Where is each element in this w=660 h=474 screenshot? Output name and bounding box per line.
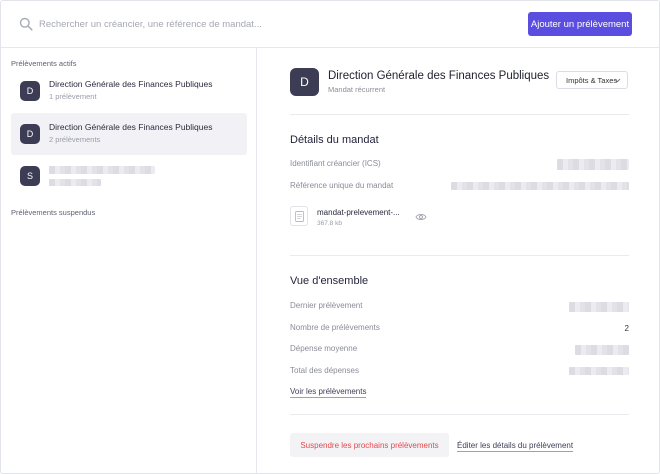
avatar: S (20, 166, 40, 186)
eye-icon[interactable] (415, 212, 427, 222)
file-name[interactable]: mandat-prelevement-... (317, 208, 400, 217)
mandate-item-title: Direction Générale des Finances Publique… (49, 122, 213, 132)
mandate-details-heading: Détails du mandat (290, 134, 379, 146)
debit-count-label: Nombre de prélèvements (290, 323, 380, 332)
suspend-debits-button[interactable]: Suspendre les prochains prélèvements (290, 433, 449, 457)
total-spend-label: Total des dépenses (290, 366, 359, 375)
file-thumbnail[interactable] (290, 206, 308, 226)
creditor-name: Direction Générale des Finances Publique… (328, 70, 550, 82)
search-input[interactable] (39, 13, 479, 35)
creditor-id-label: Identifiant créancier (ICS) (290, 159, 381, 168)
mandate-type: Mandat récurrent (328, 85, 386, 94)
divider (290, 255, 629, 256)
suspended-debits-title: Prélèvements suspendus (11, 208, 96, 217)
average-spend-label: Dépense moyenne (290, 344, 358, 353)
active-debits-title: Prélèvements actifs (11, 59, 77, 68)
redacted-mandate-reference (451, 182, 629, 190)
document-icon (295, 211, 304, 222)
avatar: D (20, 81, 40, 101)
creditor-avatar: D (290, 68, 319, 96)
last-debit-label: Dernier prélèvement (290, 301, 363, 310)
mandate-item[interactable]: D Direction Générale des Finances Publiq… (11, 70, 247, 112)
redacted-creditor-id (557, 159, 629, 170)
redacted-total-spend (569, 367, 629, 375)
add-debit-button[interactable]: Ajouter un prélèvement (528, 12, 632, 36)
redacted-last-debit (569, 302, 629, 312)
file-size: 367.8 kb (317, 220, 342, 227)
redacted-average-spend (575, 345, 629, 355)
edit-debit-details-link[interactable]: Éditer les détails du prélèvement (457, 441, 574, 452)
mandate-reference-label: Référence unique du mandat (290, 181, 394, 190)
see-debits-link[interactable]: Voir les prélèvements (290, 387, 367, 398)
app-window: Ajouter un prélèvement Prélèvements acti… (0, 0, 660, 474)
mandate-detail-panel: D Direction Générale des Finances Publiq… (258, 48, 659, 473)
category-dropdown[interactable]: Impôts & Taxes (556, 71, 628, 89)
mandate-item-selected[interactable]: D Direction Générale des Finances Publiq… (11, 113, 247, 155)
search-icon (19, 17, 33, 31)
sidebar: Prélèvements actifs D Direction Générale… (1, 48, 257, 473)
redacted-subtitle (49, 179, 101, 186)
divider (290, 114, 629, 115)
mandate-item[interactable]: S (11, 155, 247, 197)
debit-count-value: 2 (624, 324, 629, 333)
avatar: D (20, 124, 40, 144)
divider (290, 414, 629, 415)
mandate-item-count: 1 prélèvement (49, 92, 97, 101)
top-bar: Ajouter un prélèvement (1, 1, 659, 48)
mandate-item-count: 2 prélèvements (49, 135, 101, 144)
category-label: Impôts & Taxes (566, 76, 618, 85)
redacted-title (49, 166, 155, 174)
chevron-down-icon (614, 78, 621, 83)
mandate-item-title: Direction Générale des Finances Publique… (49, 79, 213, 89)
overview-heading: Vue d'ensemble (290, 275, 369, 287)
